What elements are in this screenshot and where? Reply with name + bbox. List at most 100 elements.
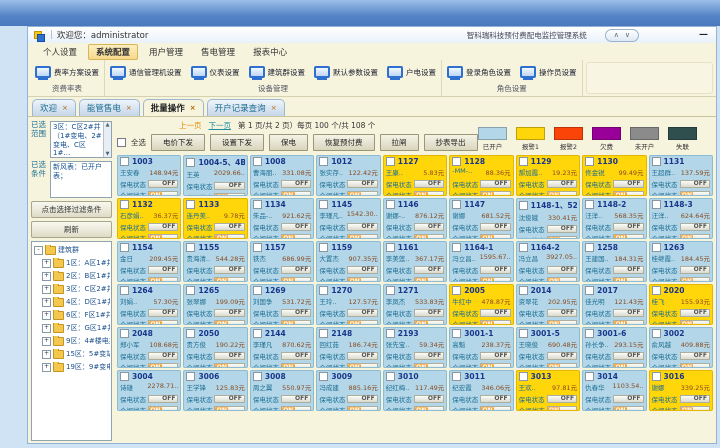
card-checkbox[interactable]	[253, 157, 262, 166]
switch-status-toggle[interactable]: ON	[347, 234, 377, 239]
meter-card[interactable]: 1132 石彦娟.. 36.37元 保电状态 OFF	[117, 198, 181, 239]
supply-status-toggle[interactable]: OFF	[414, 352, 444, 360]
card-checkbox[interactable]	[120, 200, 129, 209]
meter-card[interactable]: 2048 郑小军 108.68元 保电状态 OFF	[117, 327, 181, 368]
ribbon-button[interactable]: 户电设置	[387, 66, 436, 78]
action-button[interactable]: 保电	[269, 134, 308, 151]
card-checkbox[interactable]	[319, 243, 328, 252]
card-checkbox[interactable]	[319, 157, 328, 166]
card-checkbox[interactable]	[386, 200, 395, 209]
card-checkbox[interactable]	[585, 157, 594, 166]
document-tab[interactable]: 批量操作 ×	[143, 99, 204, 116]
meter-card[interactable]: 3001-6 孙长争.. 293.15元 保电状态 OFF	[582, 327, 646, 368]
card-checkbox[interactable]	[120, 243, 129, 252]
ribbon-button[interactable]: 费率方案设置	[35, 66, 99, 78]
supply-status-toggle[interactable]: OFF	[148, 180, 178, 188]
action-button[interactable]: 拉闸	[380, 134, 419, 151]
selected-condition-box[interactable]: 新风表：已开户表；	[50, 161, 112, 198]
supply-status-toggle[interactable]: OFF	[347, 352, 377, 360]
card-checkbox[interactable]	[452, 286, 461, 295]
meter-card[interactable]: 1130 佟金锐 99.49元 保电状态 OFF	[582, 155, 646, 196]
supply-status-toggle[interactable]: OFF	[414, 395, 444, 403]
meter-card[interactable]: 1134 朱品-.. 921.62元 保电状态 OFF	[250, 198, 314, 239]
supply-status-toggle[interactable]: OFF	[480, 352, 510, 360]
menu-tab[interactable]: 个人设置	[36, 45, 84, 59]
refresh-button[interactable]: 刷新	[31, 221, 112, 238]
card-checkbox[interactable]	[120, 372, 129, 381]
document-tab[interactable]: 欢迎 ×	[32, 99, 76, 116]
meter-card[interactable]: 2148 回红茹 186.74元 保电状态 OFF	[316, 327, 380, 368]
ribbon-button[interactable]: 建筑群设置	[249, 66, 306, 78]
supply-status-toggle[interactable]: OFF	[214, 266, 244, 274]
card-checkbox[interactable]	[519, 201, 528, 210]
switch-status-toggle[interactable]: ON	[281, 191, 311, 196]
supply-status-toggle[interactable]: OFF	[347, 180, 377, 188]
supply-status-toggle[interactable]: OFF	[281, 180, 311, 188]
switch-status-toggle[interactable]: ON	[414, 277, 444, 282]
meter-card[interactable]: 1258 王建国.. 184.31元 保电状态 OFF	[582, 241, 646, 282]
card-checkbox[interactable]	[253, 200, 262, 209]
meter-card[interactable]: 2014 资翠花 202.95元 保电状态 OFF	[516, 284, 580, 325]
supply-status-toggle[interactable]: OFF	[480, 180, 510, 188]
supply-status-toggle[interactable]: OFF	[480, 266, 510, 274]
card-checkbox[interactable]	[452, 200, 461, 209]
card-checkbox[interactable]	[452, 243, 461, 252]
card-checkbox[interactable]	[652, 372, 661, 381]
switch-status-toggle[interactable]: ON	[347, 406, 377, 411]
expand-icon[interactable]: +	[42, 350, 51, 359]
switch-status-toggle[interactable]: ON	[547, 277, 577, 282]
action-button[interactable]: 设置下发	[210, 134, 264, 151]
switch-status-toggle[interactable]: ON	[414, 191, 444, 196]
close-icon[interactable]: ×	[190, 104, 196, 112]
supply-status-toggle[interactable]: OFF	[480, 309, 510, 317]
switch-status-toggle[interactable]: ON	[680, 363, 710, 368]
meter-card[interactable]: 1147 谢娜 681.52元 保电状态 OFF	[449, 198, 513, 239]
card-checkbox[interactable]	[386, 157, 395, 166]
supply-status-toggle[interactable]: OFF	[547, 309, 577, 317]
supply-status-toggle[interactable]: OFF	[214, 395, 244, 403]
switch-status-toggle[interactable]: ON	[281, 320, 311, 325]
tree-root[interactable]: - 建筑群	[34, 245, 110, 255]
card-checkbox[interactable]	[452, 372, 461, 381]
switch-status-toggle[interactable]: ON	[480, 234, 510, 239]
switch-status-toggle[interactable]: ON	[281, 363, 311, 368]
tree-item[interactable]: + 7区：G区1#井	[42, 323, 110, 333]
meter-card[interactable]: 1008 曹海朋.. 331.08元 保电状态 OFF	[250, 155, 314, 196]
supply-status-toggle[interactable]: OFF	[281, 352, 311, 360]
meter-card[interactable]: 3004 诗雄 2278.71.. 保电状态 OFF	[117, 370, 181, 411]
select-all-checkbox[interactable]	[117, 138, 126, 147]
meter-card[interactable]: 1145 李瑾凡.. 1542.30.. 保电状态 OFF	[316, 198, 380, 239]
supply-status-toggle[interactable]: OFF	[547, 395, 577, 403]
card-checkbox[interactable]	[386, 329, 395, 338]
expand-icon[interactable]: +	[42, 311, 51, 320]
meter-card[interactable]: 3001-1 高魁 238.37元 保电状态 OFF	[449, 327, 513, 368]
switch-status-toggle[interactable]: ON	[414, 406, 444, 411]
supply-status-toggle[interactable]: OFF	[347, 395, 377, 403]
switch-status-toggle[interactable]: ON	[347, 191, 377, 196]
switch-status-toggle[interactable]: ON	[480, 406, 510, 411]
tree-item[interactable]: + 1区：A区1#井	[42, 258, 110, 268]
meter-card[interactable]: 1161 李美莲.. 367.17元 保电状态 OFF	[383, 241, 447, 282]
supply-status-toggle[interactable]: OFF	[148, 266, 178, 274]
supply-status-toggle[interactable]: OFF	[480, 395, 510, 403]
meter-card[interactable]: 1157 铁杰 686.99元 保电状态 OFF	[250, 241, 314, 282]
supply-status-toggle[interactable]: OFF	[613, 223, 643, 231]
meter-card[interactable]: 1154 金日 209.45元 保电状态 OFF	[117, 241, 181, 282]
supply-status-toggle[interactable]: OFF	[613, 180, 643, 188]
switch-status-toggle[interactable]: ON	[480, 191, 510, 196]
meter-card[interactable]: 1148-1、522 沈俊娥 330.41元 保电状态 OFF	[516, 198, 580, 239]
supply-status-toggle[interactable]: OFF	[414, 223, 444, 231]
meter-card[interactable]: 1148-2 汪洋.. 568.35元 保电状态 OFF	[582, 198, 646, 239]
ribbon-button[interactable]: 登录角色设置	[447, 66, 511, 78]
ribbon-button[interactable]: 操作员设置	[520, 66, 577, 78]
meter-card[interactable]: 2017 佳光明 121.43元 保电状态 OFF	[582, 284, 646, 325]
expand-icon[interactable]: +	[42, 337, 51, 346]
meter-card[interactable]: 2050 贵方俊 190.22元 保电状态 OFF	[183, 327, 247, 368]
card-checkbox[interactable]	[652, 243, 661, 252]
meter-card[interactable]: 3008 周之翼 550.97元 保电状态 OFF	[250, 370, 314, 411]
close-icon[interactable]: ×	[271, 104, 277, 112]
card-checkbox[interactable]	[120, 329, 129, 338]
building-tree[interactable]: - 建筑群 + 1区：A区1#井 + 2区：B区1#井/B区1#	[31, 241, 112, 441]
switch-status-toggle[interactable]: ON	[680, 406, 710, 411]
expand-icon[interactable]: +	[42, 324, 51, 333]
